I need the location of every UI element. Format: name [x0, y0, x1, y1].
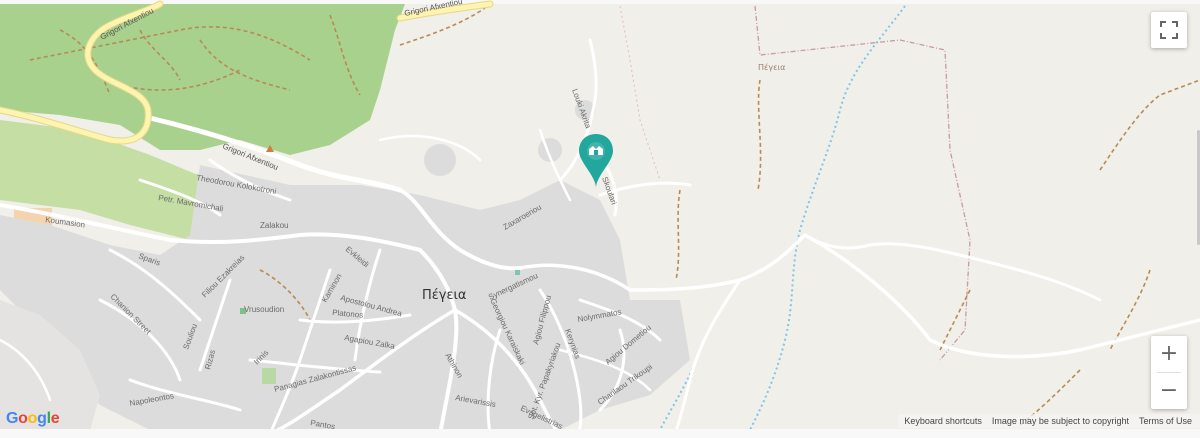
- map-canvas[interactable]: Grigori Afxentiou Grigori Afxentiou Grig…: [0, 0, 1200, 438]
- area-label: Πέγεια: [758, 62, 785, 72]
- logo-letter: e: [50, 410, 60, 427]
- fullscreen-button[interactable]: [1151, 12, 1187, 48]
- zoom-out-button[interactable]: −: [1151, 373, 1187, 409]
- logo-letter: g: [37, 410, 47, 427]
- fullscreen-icon: [1160, 21, 1178, 39]
- zoom-control: + −: [1151, 336, 1187, 409]
- park-icon-2: [262, 368, 276, 384]
- google-logo[interactable]: Google: [6, 410, 60, 428]
- admin-boundary-2: [619, 5, 661, 181]
- street-label: Vrusoudion: [244, 305, 284, 314]
- attribution-bar: Keyboard shortcuts Image may be subject …: [898, 414, 1200, 428]
- zoom-in-button[interactable]: +: [1151, 336, 1187, 372]
- map-graphics[interactable]: Grigori Afxentiou Grigori Afxentiou Grig…: [0, 0, 1200, 438]
- town-label: Πέγεια: [422, 288, 467, 303]
- admin-boundary: [754, 5, 971, 361]
- copyright-notice: Image may be subject to copyright: [991, 416, 1129, 426]
- logo-letter: o: [18, 410, 28, 427]
- logo-letter: G: [6, 410, 19, 427]
- urban-pocket: [424, 144, 456, 176]
- terms-of-use-link[interactable]: Terms of Use: [1139, 416, 1192, 426]
- keyboard-shortcuts-link[interactable]: Keyboard shortcuts: [904, 416, 982, 426]
- street-label: Zalakou: [260, 221, 288, 230]
- bottom-edge: [0, 429, 1200, 438]
- logo-letter: o: [27, 410, 38, 427]
- park-icon: [515, 270, 520, 275]
